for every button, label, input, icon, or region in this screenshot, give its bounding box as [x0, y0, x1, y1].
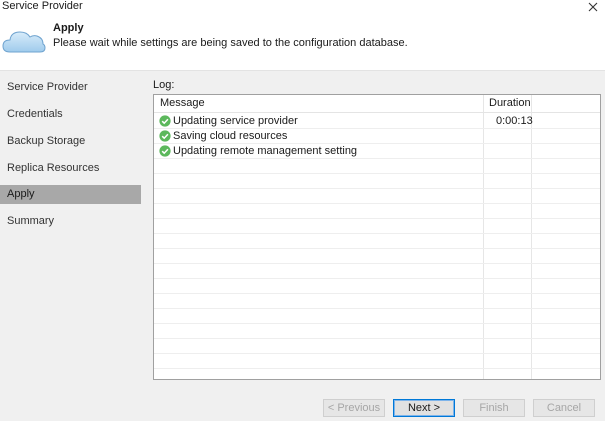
log-message: Updating remote management setting	[173, 145, 358, 157]
previous-button[interactable]: < Previous	[323, 399, 385, 417]
sidebar-item-backup-storage[interactable]: Backup Storage	[0, 132, 141, 151]
table-row[interactable]: Saving cloud resources	[154, 129, 600, 144]
table-row[interactable]: Updating remote management setting	[154, 144, 600, 159]
column-header-message[interactable]: Message	[160, 97, 205, 109]
grid-line	[154, 233, 600, 234]
cloud-icon	[2, 31, 46, 53]
sidebar-item-summary[interactable]: Summary	[0, 212, 141, 231]
grid-line	[154, 308, 600, 309]
sidebar-item-apply[interactable]: Apply	[0, 185, 141, 204]
close-button[interactable]	[583, 0, 603, 15]
header-separator	[154, 112, 600, 113]
wizard-footer: < Previous Next > Finish Cancel	[0, 392, 605, 421]
grid-line	[154, 338, 600, 339]
main-content: Log: Message Duration Updating service p…	[145, 71, 605, 392]
grid-line	[154, 368, 600, 369]
grid-line	[154, 248, 600, 249]
title-bar: Service Provider	[0, 0, 605, 16]
grid-line	[154, 173, 600, 174]
sidebar-item-credentials[interactable]: Credentials	[0, 105, 141, 124]
log-message: Updating service provider	[173, 115, 298, 127]
log-label: Log:	[153, 79, 175, 91]
grid-line	[154, 278, 600, 279]
check-circle-icon	[159, 145, 171, 157]
check-circle-icon	[159, 130, 171, 142]
grid-line	[154, 203, 600, 204]
column-header-duration[interactable]: Duration	[489, 97, 531, 109]
service-provider-window: Service Provider Apply Please wait while…	[0, 0, 605, 421]
close-icon	[588, 2, 598, 12]
page-title: Apply	[53, 22, 84, 34]
grid-line	[154, 188, 600, 189]
log-duration: 0:00:13	[496, 115, 533, 127]
grid-line	[154, 323, 600, 324]
window-title: Service Provider	[2, 0, 83, 12]
wizard-steps-sidebar: Service Provider Credentials Backup Stor…	[0, 71, 145, 392]
sidebar-item-replica-resources[interactable]: Replica Resources	[0, 159, 141, 178]
log-message: Saving cloud resources	[173, 130, 288, 142]
sidebar-item-service-provider[interactable]: Service Provider	[0, 78, 141, 97]
check-circle-icon	[159, 115, 171, 127]
finish-button[interactable]: Finish	[463, 399, 525, 417]
grid-line	[154, 293, 600, 294]
grid-line	[154, 218, 600, 219]
page-description: Please wait while settings are being sav…	[53, 37, 408, 49]
next-button[interactable]: Next >	[393, 399, 455, 417]
log-table[interactable]: Message Duration Updating service provid…	[153, 94, 601, 380]
grid-line	[154, 263, 600, 264]
grid-line	[154, 353, 600, 354]
cancel-button[interactable]: Cancel	[533, 399, 595, 417]
wizard-header: Apply Please wait while settings are bei…	[0, 16, 605, 70]
table-row[interactable]: Updating service provider 0:00:13	[154, 114, 600, 129]
